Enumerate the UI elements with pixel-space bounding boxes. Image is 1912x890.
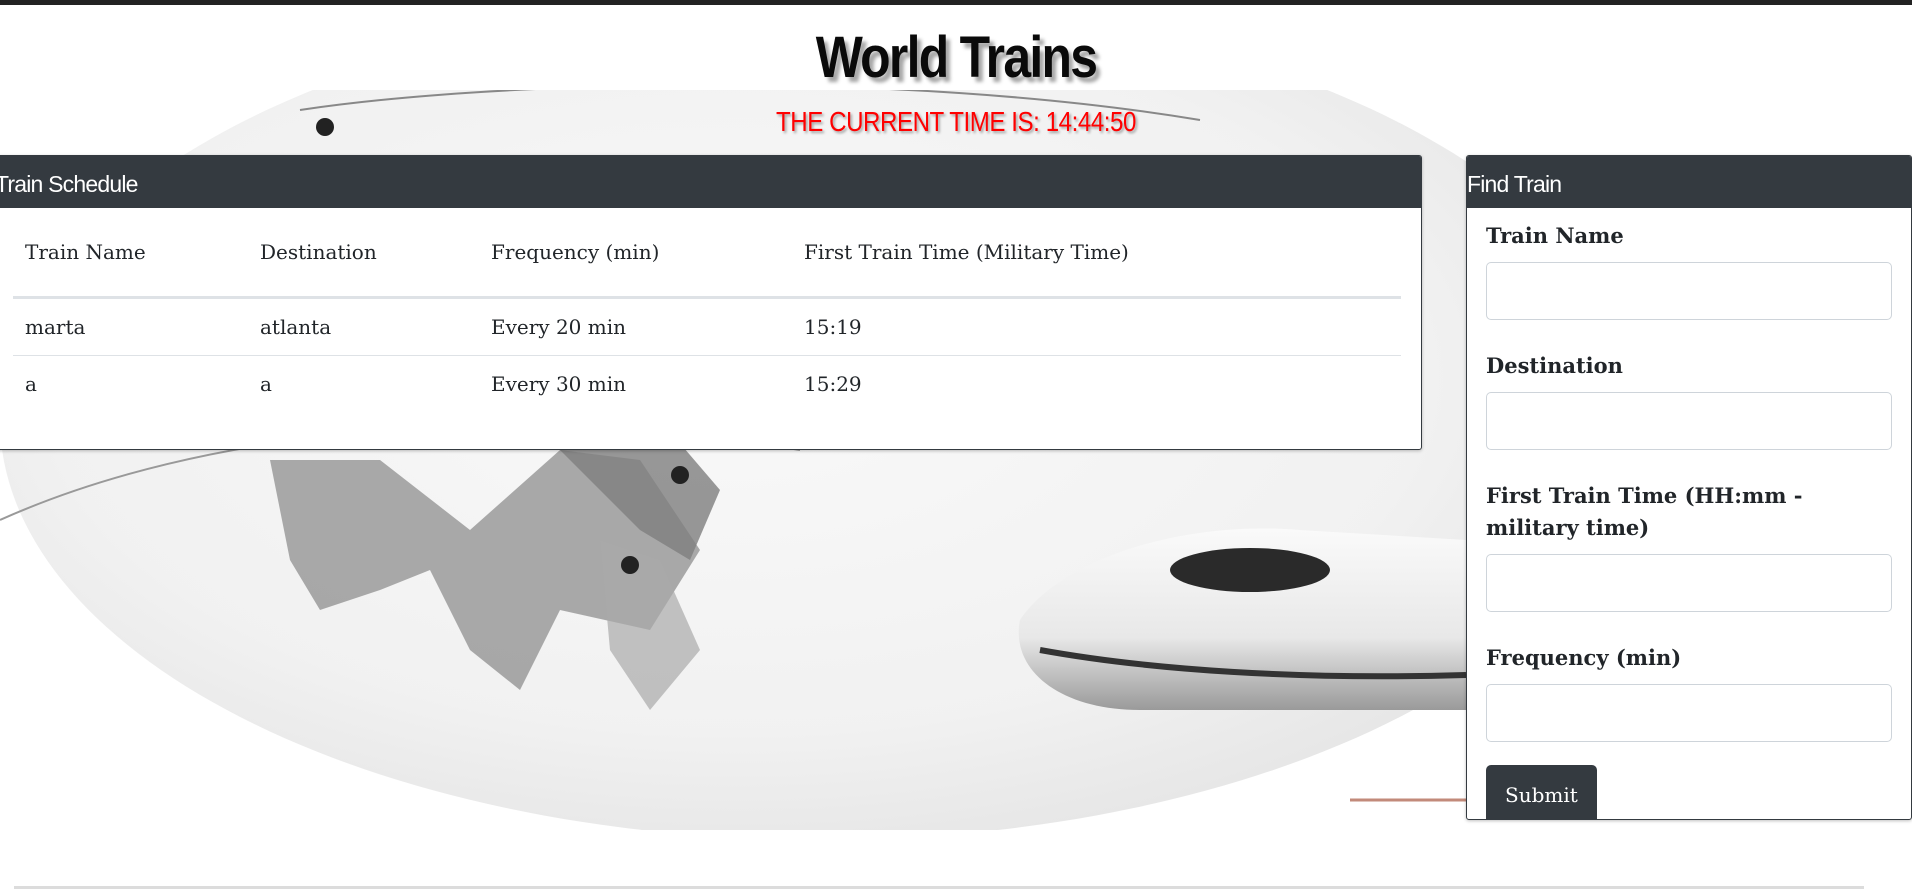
train-name-input[interactable] [1486,262,1892,320]
train-schedule-card: Train Schedule Train Name Destination Fr… [0,155,1422,450]
cell-frequency: Every 30 min [491,372,626,396]
frequency-label: Frequency (min) [1486,645,1682,670]
cell-first-train-time: 15:29 [804,372,862,396]
find-train-card: Find Train Train Name Destination First … [1466,155,1912,820]
first-train-time-label: First Train Time (HH:mm - military time) [1486,483,1803,540]
submit-button[interactable]: Submit [1486,765,1597,819]
column-header-destination: Destination [248,208,479,299]
column-header-first-train-time: First Train Time (Military Time) [792,208,1401,299]
frequency-input[interactable] [1486,684,1892,742]
cell-train-name: a [25,372,37,396]
train-name-label: Train Name [1486,223,1624,248]
cell-train-name: marta [13,297,248,356]
first-train-time-input[interactable] [1486,554,1892,612]
cell-destination: atlanta [248,297,479,356]
table-row: a a Every 30 min 15:29 [13,356,1401,413]
top-border [0,0,1912,5]
bottom-divider [14,886,1864,889]
current-time-display: THE CURRENT TIME IS: 14:44:50 [775,106,1136,137]
find-train-header: Find Train [1467,156,1911,208]
table-header-row: Train Name Destination Frequency (min) F… [13,208,1401,299]
cell-frequency: Every 20 min [479,297,792,356]
destination-label: Destination [1486,353,1623,378]
train-schedule-table: Train Name Destination Frequency (min) F… [13,208,1401,412]
train-schedule-header: Train Schedule [0,156,1421,208]
cell-first-train-time: 15:19 [792,297,1401,356]
column-header-frequency: Frequency (min) [479,208,792,299]
table-row: marta atlanta Every 20 min 15:19 [13,297,1401,356]
column-header-train-name: Train Name [13,208,248,299]
cell-destination: a [260,372,272,396]
page-title: World Trains [815,25,1098,90]
destination-input[interactable] [1486,392,1892,450]
find-train-form: Train Name Destination First Train Time … [1467,208,1911,819]
